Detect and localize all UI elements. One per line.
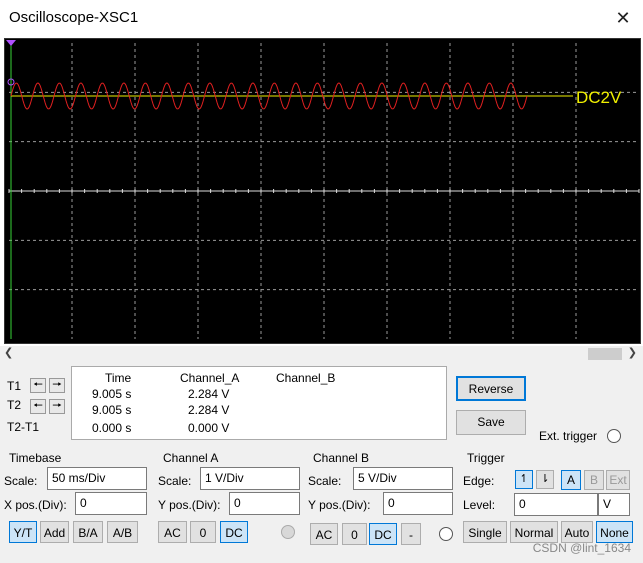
trigger-single-button[interactable]: Single [463, 521, 507, 543]
t2-time: 9.005 s [92, 403, 132, 417]
t1-right-arrow-icon[interactable]: 🠖 [49, 378, 65, 393]
trigger-title: Trigger [467, 451, 505, 465]
t1-time: 9.005 s [92, 387, 132, 401]
timebase-scale-field[interactable]: 50 ms/Div [47, 467, 147, 490]
channel-b-zero-button[interactable]: 0 [342, 523, 367, 545]
t2-label: T2 [7, 398, 22, 412]
level-label: Level: [463, 498, 496, 512]
t1-channel-a: 2.284 V [188, 387, 230, 401]
title-bar: Oscilloscope-XSC1 ✕ [0, 0, 643, 38]
channel-b-group: Channel B Scale: 5 V/Div Y pos.(Div): 0 … [305, 448, 460, 560]
header-channel-b: Channel_B [276, 371, 336, 385]
channel-a-dc-button[interactable]: DC [220, 521, 248, 543]
channel-a-title: Channel A [163, 451, 219, 465]
t1-label: T1 [7, 379, 22, 393]
channel-b-ypos-field[interactable]: 0 [383, 492, 453, 515]
delta-time: 0.000 s [92, 421, 132, 435]
channel-a-scale-field[interactable]: 1 V/Div [200, 467, 300, 490]
ab-button[interactable]: A/B [107, 521, 138, 543]
trigger-source-ext-button[interactable]: Ext [606, 470, 630, 490]
scroll-right-icon[interactable]: ❯ [628, 346, 637, 359]
xpos-field[interactable]: 0 [75, 492, 147, 515]
edge-label: Edge: [463, 474, 495, 488]
save-button[interactable]: Save [456, 410, 526, 435]
t2-channel-a: 2.284 V [188, 403, 230, 417]
channel-b-label: DC2V [576, 88, 622, 107]
add-button[interactable]: Add [40, 521, 69, 543]
channel-a-group: Channel A Scale: 1 V/Div Y pos.(Div): 0 … [155, 448, 305, 560]
scroll-thumb[interactable] [588, 348, 622, 360]
yt-button[interactable]: Y/T [9, 521, 37, 543]
trigger-normal-button[interactable]: Normal [510, 521, 558, 543]
xpos-label: X pos.(Div): [4, 498, 67, 512]
channel-b-radio[interactable] [439, 527, 453, 541]
channel-b-invert-button[interactable]: - [401, 523, 421, 545]
t1-left-arrow-icon[interactable]: 🠔 [30, 378, 46, 393]
header-time: Time [105, 371, 132, 385]
delta-channel-a: 0.000 V [188, 421, 230, 435]
falling-edge-icon[interactable]: ⇂ [536, 470, 554, 489]
control-panel: T1 🠔 🠖 T2 🠔 🠖 T2-T1 Time Channel_A Chann… [0, 362, 643, 563]
trigger-level-unit[interactable]: V [598, 493, 630, 516]
timebase-scale-label: Scale: [4, 474, 38, 488]
t2-right-arrow-icon[interactable]: 🠖 [49, 399, 65, 414]
timebase-group: Timebase Scale: 50 ms/Div X pos.(Div): 0… [0, 448, 155, 560]
t2-left-arrow-icon[interactable]: 🠔 [30, 399, 46, 414]
channel-a-zero-button[interactable]: 0 [190, 521, 216, 543]
channel-a-ypos-label: Y pos.(Div): [158, 498, 221, 512]
ext-trigger-label: Ext. trigger [539, 429, 598, 443]
reverse-button[interactable]: Reverse [456, 376, 526, 401]
trigger-level-field[interactable]: 0 [514, 493, 598, 516]
close-icon[interactable]: ✕ [611, 6, 635, 30]
trigger-none-button[interactable]: None [596, 521, 633, 543]
window-title: Oscilloscope-XSC1 [9, 9, 139, 26]
t2t1-label: T2-T1 [7, 420, 40, 434]
ext-trigger-radio[interactable] [607, 429, 621, 443]
channel-a-ypos-field[interactable]: 0 [229, 492, 300, 515]
watermark: CSDN @lint_1634 [532, 541, 631, 555]
rising-edge-icon[interactable]: ↿ [515, 470, 533, 489]
timebase-title: Timebase [9, 451, 62, 465]
channel-b-ac-button[interactable]: AC [310, 523, 338, 545]
channel-b-title: Channel B [313, 451, 370, 465]
scope-display: DC2V [5, 39, 640, 343]
horizontal-scrollbar[interactable]: ❮ ❯ [0, 346, 643, 362]
trigger-source-a-button[interactable]: A [561, 470, 581, 490]
trigger-auto-button[interactable]: Auto [561, 521, 593, 543]
ba-button[interactable]: B/A [73, 521, 103, 543]
channel-b-scale-label: Scale: [308, 474, 342, 488]
channel-a-ac-button[interactable]: AC [158, 521, 187, 543]
oscilloscope-screen: DC2V [4, 38, 641, 344]
channel-b-scale-field[interactable]: 5 V/Div [353, 467, 453, 490]
channel-b-dc-button[interactable]: DC [369, 523, 397, 545]
measurement-readout: Time Channel_A Channel_B 9.005 s 2.284 V… [71, 366, 447, 440]
header-channel-a: Channel_A [180, 371, 240, 385]
channel-a-radio[interactable] [281, 525, 295, 539]
trigger-source-b-button[interactable]: B [584, 470, 604, 490]
channel-b-ypos-label: Y pos.(Div): [308, 498, 371, 512]
scroll-left-icon[interactable]: ❮ [4, 346, 13, 359]
channel-a-scale-label: Scale: [158, 474, 192, 488]
